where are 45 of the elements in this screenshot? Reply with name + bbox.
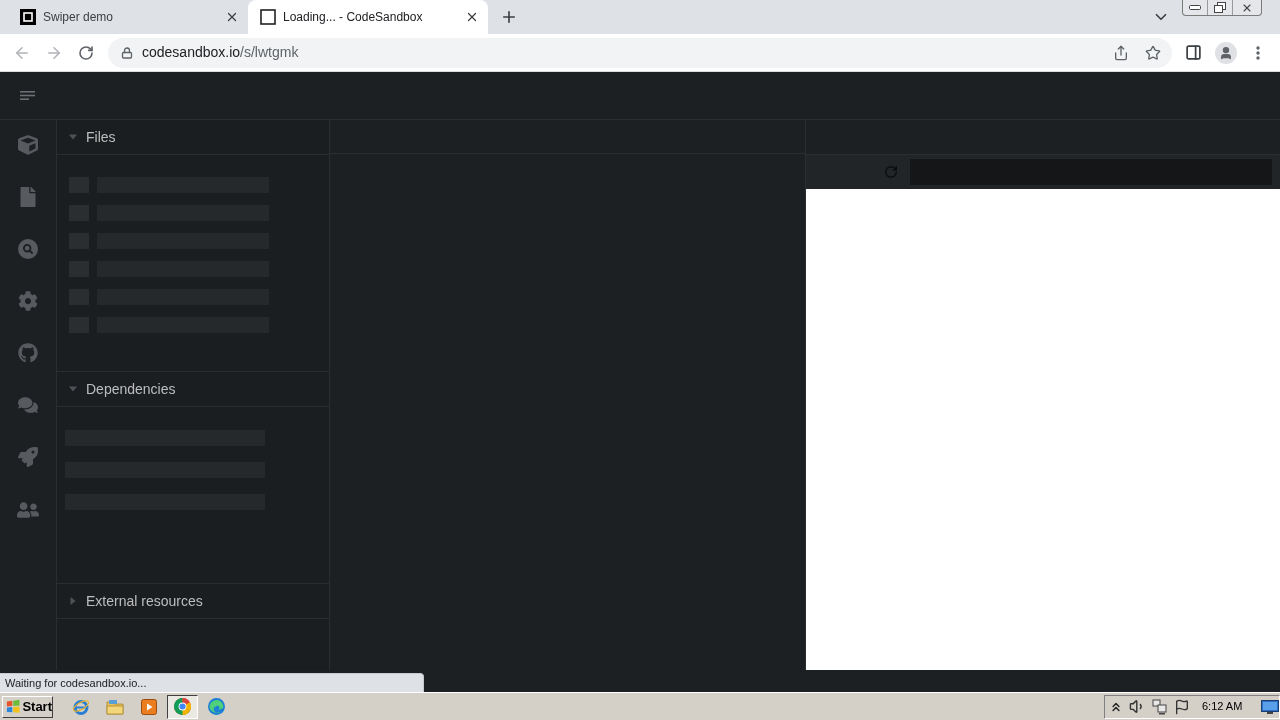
reload-icon	[78, 44, 94, 61]
page-icon	[260, 9, 276, 25]
browser-e-icon	[71, 697, 90, 716]
browser-tab[interactable]: Swiper demo	[8, 0, 248, 34]
browser-tab[interactable]: Loading... - CodeSandbox	[248, 0, 488, 34]
clock-text[interactable]: 6:12 AM	[1202, 698, 1243, 715]
section-header[interactable]: External resources	[57, 584, 329, 619]
close-icon	[225, 10, 239, 24]
network-icon[interactable]	[1152, 698, 1168, 715]
windows-flag-icon	[6, 699, 21, 714]
start-button[interactable]: Start	[2, 695, 53, 718]
star-icon	[1145, 44, 1161, 61]
chat-icon[interactable]	[18, 395, 38, 415]
address-bar[interactable]: codesandbox.io/s/lwtgmk	[108, 37, 1172, 68]
rocket-icon[interactable]	[18, 447, 38, 467]
status-bubble: Waiting for codesandbox.io...	[0, 673, 424, 692]
flag-icon[interactable]	[1174, 698, 1190, 715]
edge-swirl-icon	[208, 698, 225, 715]
new-tab-button[interactable]	[500, 8, 518, 26]
section-header[interactable]: Files	[57, 120, 329, 155]
cube-icon[interactable]	[18, 135, 38, 155]
side-panel-icon	[1184, 44, 1202, 61]
restore-icon	[1214, 2, 1226, 13]
media-player-icon	[140, 698, 157, 715]
chrome-icon	[174, 698, 191, 715]
share-icon	[1113, 44, 1129, 61]
show-desktop-icon[interactable]	[1261, 699, 1279, 714]
folder-icon	[105, 698, 124, 715]
profile-avatar-icon	[1215, 41, 1237, 64]
section-header[interactable]: Dependencies	[57, 372, 329, 407]
settings-icon[interactable]	[18, 291, 38, 311]
more-icon	[1256, 45, 1260, 60]
file-icon[interactable]	[18, 187, 38, 207]
close-icon	[465, 10, 479, 24]
url-text: codesandbox.io/s/lwtgmk	[142, 43, 299, 62]
github-icon[interactable]	[18, 343, 38, 363]
menu-icon[interactable]	[20, 91, 35, 100]
minimize-icon	[1189, 5, 1201, 10]
page-icon	[20, 9, 36, 25]
plus-icon	[500, 8, 518, 26]
taskbar-app-button[interactable]	[167, 694, 198, 719]
users-icon[interactable]	[17, 499, 39, 521]
reload-icon	[884, 165, 898, 179]
search-icon[interactable]	[18, 239, 38, 259]
lock-icon	[121, 46, 133, 59]
